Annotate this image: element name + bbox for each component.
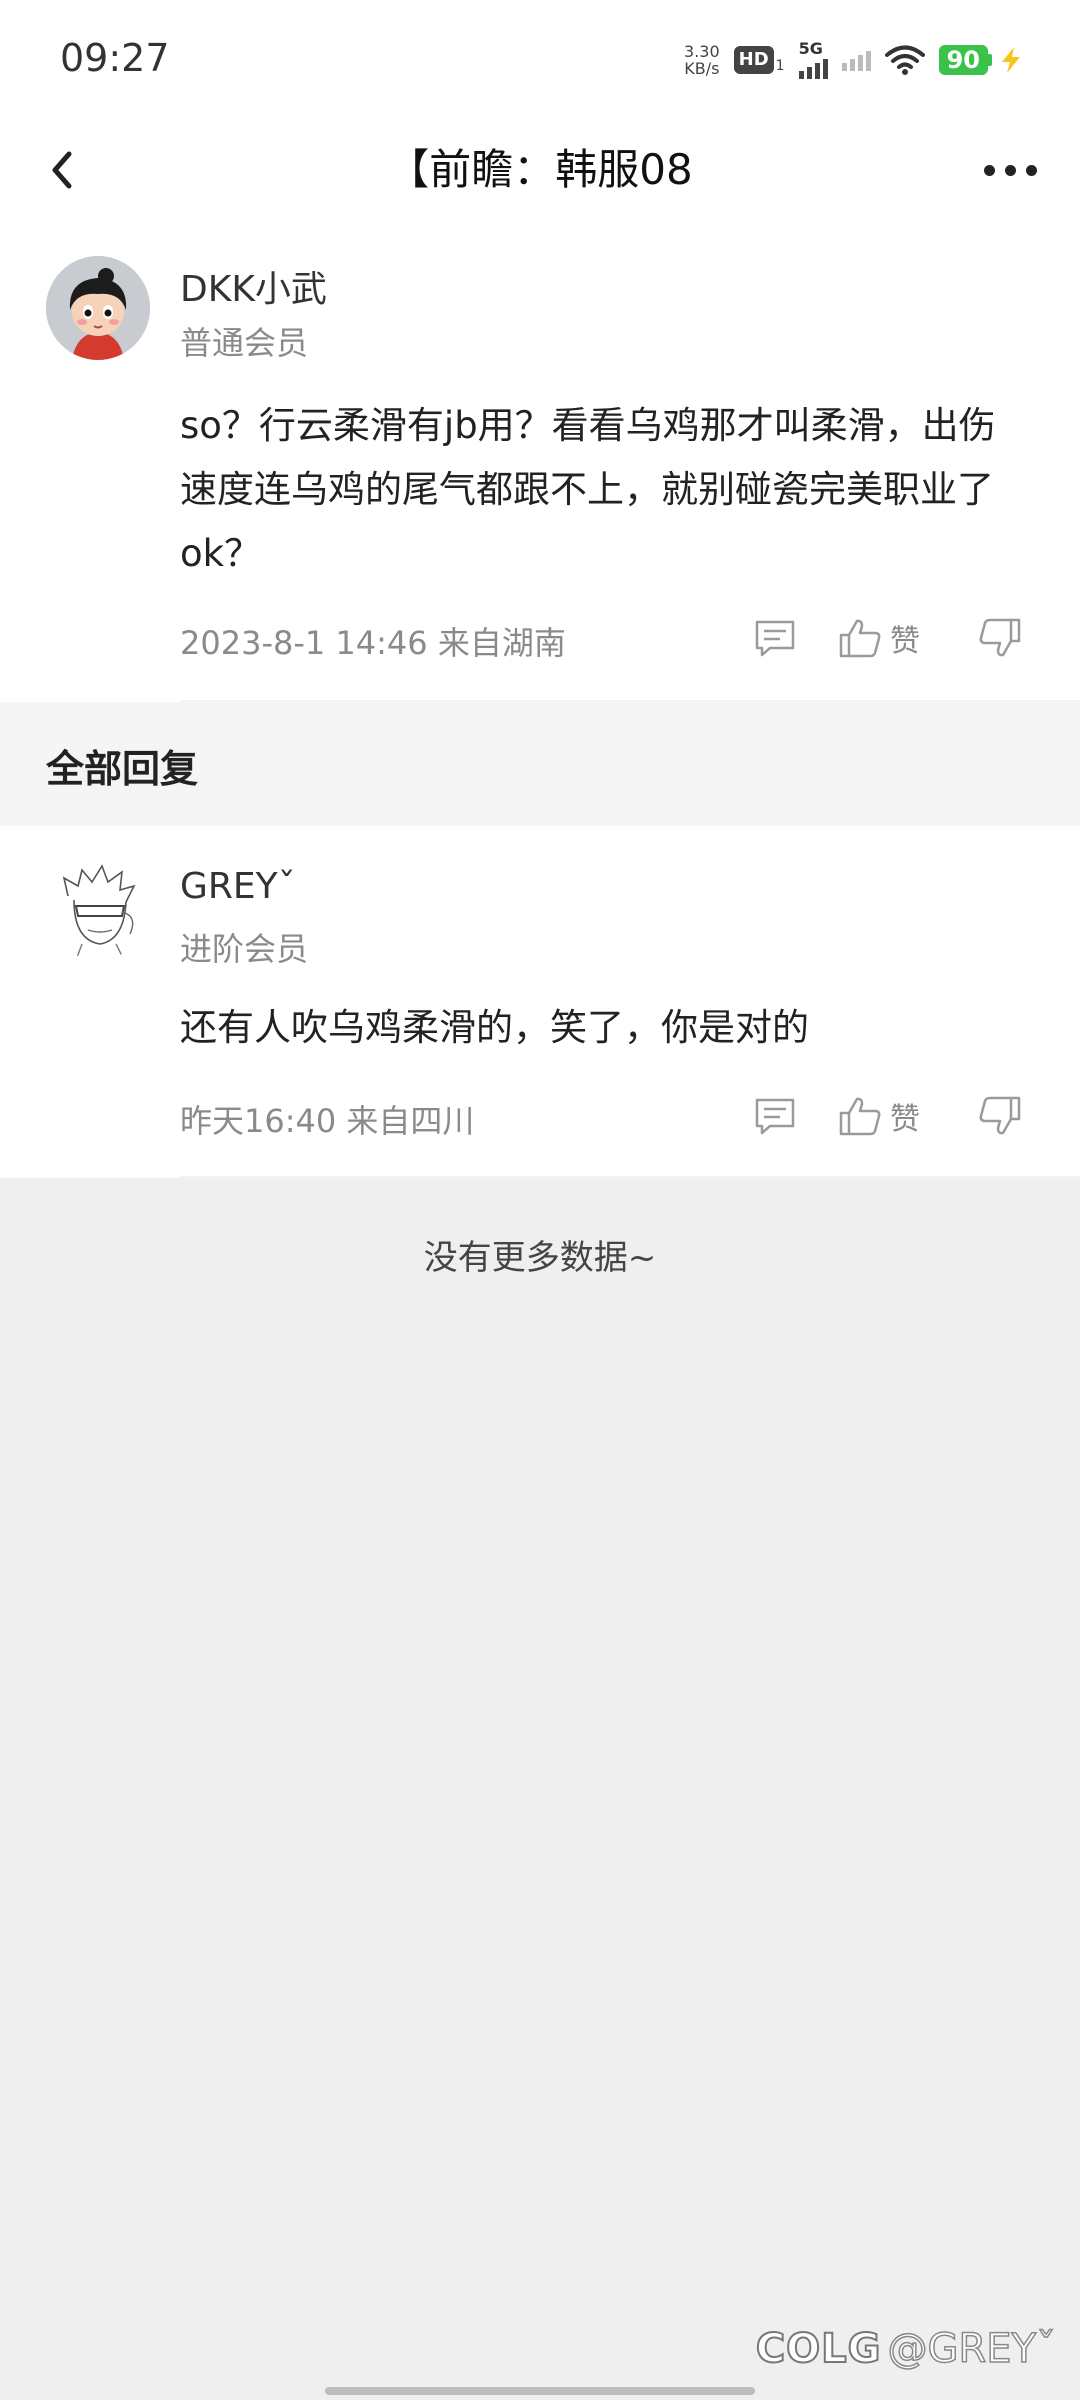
network-speed-unit: KB/s	[684, 59, 720, 78]
sketch-character-avatar-image	[46, 856, 150, 960]
reply-item: GREYˇ 进阶会员 还有人吹乌鸡柔滑的，笑了，你是对的 昨天16:40 来自四…	[0, 826, 1080, 1178]
battery-icon: 90	[938, 45, 1024, 75]
no-more-data-label: 没有更多数据~	[423, 1238, 657, 1278]
comment-icon	[755, 620, 795, 657]
member-level: 进阶会员	[180, 930, 309, 968]
avatar[interactable]	[46, 856, 150, 960]
thumbs-up-icon	[839, 619, 881, 658]
home-indicator[interactable]	[325, 2387, 755, 2395]
main-comment: DKK小武 普通会员 so？行云柔滑有jb用？看看乌鸡那才叫柔滑，出伤速度连乌鸡…	[0, 220, 1080, 702]
more-dots-icon	[983, 164, 995, 176]
page-title: 【前瞻：韩服08	[387, 145, 693, 194]
member-level: 普通会员	[180, 324, 309, 362]
secondary-signal-icon	[841, 49, 871, 71]
more-options-button[interactable]	[970, 138, 1050, 202]
reply-text: 还有人吹乌鸡柔滑的，笑了，你是对的	[180, 1006, 809, 1049]
status-bar: 09:27 3.30 KB/s HD 1 5G 90	[0, 0, 1080, 120]
bolt-icon	[1002, 47, 1020, 73]
cellular-signal-icon: 5G	[798, 41, 828, 79]
watermark: COLG @GREYˇ	[755, 2325, 1057, 2373]
comment-actions: 赞	[754, 610, 1022, 666]
wifi-icon	[884, 45, 925, 75]
reply-button[interactable]	[754, 610, 796, 666]
like-label: 赞	[890, 1102, 920, 1137]
thread-detail-page: 09:27 3.30 KB/s HD 1 5G 90 【前瞻：韩服08 DKK小…	[0, 0, 1080, 2400]
reply-button[interactable]	[754, 1088, 796, 1144]
network-speed: 3.30 KB/s	[684, 43, 720, 77]
hd-voice-icon: HD 1	[733, 46, 785, 74]
status-time: 09:27	[60, 36, 170, 80]
like-button[interactable]: 赞	[838, 1088, 920, 1144]
cartoon-girl-avatar-image	[46, 256, 150, 360]
all-replies-header: 全部回复	[0, 702, 1080, 826]
comment-meta: 2023-8-1 14:46 来自湖南	[180, 624, 566, 662]
thumbs-down-icon	[979, 1096, 1021, 1135]
comment-text: so？行云柔滑有jb用？看看乌鸡那才叫柔滑，出伤速度连乌鸡的尾气都跟不上，就别碰…	[180, 404, 996, 575]
thumbs-down-icon	[979, 618, 1021, 657]
like-label: 赞	[890, 624, 920, 659]
divider	[180, 1176, 1080, 1178]
top-app-bar: 【前瞻：韩服08	[0, 120, 1080, 220]
section-title: 全部回复	[46, 747, 199, 791]
like-button[interactable]: 赞	[838, 610, 920, 666]
dislike-button[interactable]	[978, 1088, 1022, 1144]
username[interactable]: GREYˇ	[180, 866, 296, 907]
reply-actions: 赞	[754, 1088, 1022, 1144]
thumbs-up-icon	[839, 1097, 881, 1136]
status-icons: 3.30 KB/s HD 1 5G 90	[684, 38, 1024, 82]
back-button[interactable]	[30, 138, 94, 202]
comment-icon	[755, 1098, 795, 1135]
watermark-logo: COLG	[755, 2325, 882, 2373]
dislike-button[interactable]	[978, 610, 1022, 666]
avatar[interactable]	[46, 256, 150, 360]
network-speed-value: 3.30	[684, 42, 720, 61]
battery-level: 90	[938, 45, 988, 75]
username[interactable]: DKK小武	[180, 260, 327, 312]
chevron-left-icon	[52, 151, 72, 189]
watermark-user: @GREYˇ	[887, 2325, 1057, 2373]
reply-meta: 昨天16:40 来自四川	[180, 1102, 475, 1140]
